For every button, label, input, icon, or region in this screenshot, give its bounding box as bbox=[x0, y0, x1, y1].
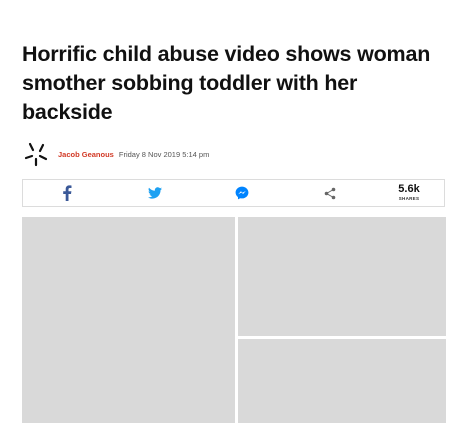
messenger-share-button[interactable] bbox=[199, 180, 287, 206]
twitter-icon bbox=[147, 187, 162, 199]
author-link[interactable]: Jacob Geanous bbox=[58, 150, 114, 159]
article-headline: Horrific child abuse video shows woman s… bbox=[22, 42, 431, 124]
article-image-collage bbox=[22, 217, 446, 423]
share-bar: 5.6k SHARES bbox=[22, 179, 445, 207]
article-image-top-right bbox=[238, 217, 446, 336]
article-image-bottom-right bbox=[238, 339, 446, 423]
share-count-value: 5.6k bbox=[398, 183, 420, 196]
facebook-share-button[interactable] bbox=[23, 180, 111, 206]
publish-date: Friday 8 Nov 2019 5:14 pm bbox=[118, 149, 210, 159]
publisher-logo-icon bbox=[24, 142, 48, 167]
messenger-icon bbox=[235, 186, 249, 200]
share-icon bbox=[324, 187, 336, 199]
byline: Jacob Geanous Friday 8 Nov 2019 5:14 pm bbox=[22, 139, 447, 169]
share-count-label: SHARES bbox=[398, 196, 420, 202]
share-button[interactable] bbox=[286, 180, 374, 206]
share-count: 5.6k SHARES bbox=[374, 180, 444, 206]
facebook-icon bbox=[63, 185, 72, 201]
twitter-share-button[interactable] bbox=[111, 180, 199, 206]
article-image-main bbox=[22, 217, 235, 423]
